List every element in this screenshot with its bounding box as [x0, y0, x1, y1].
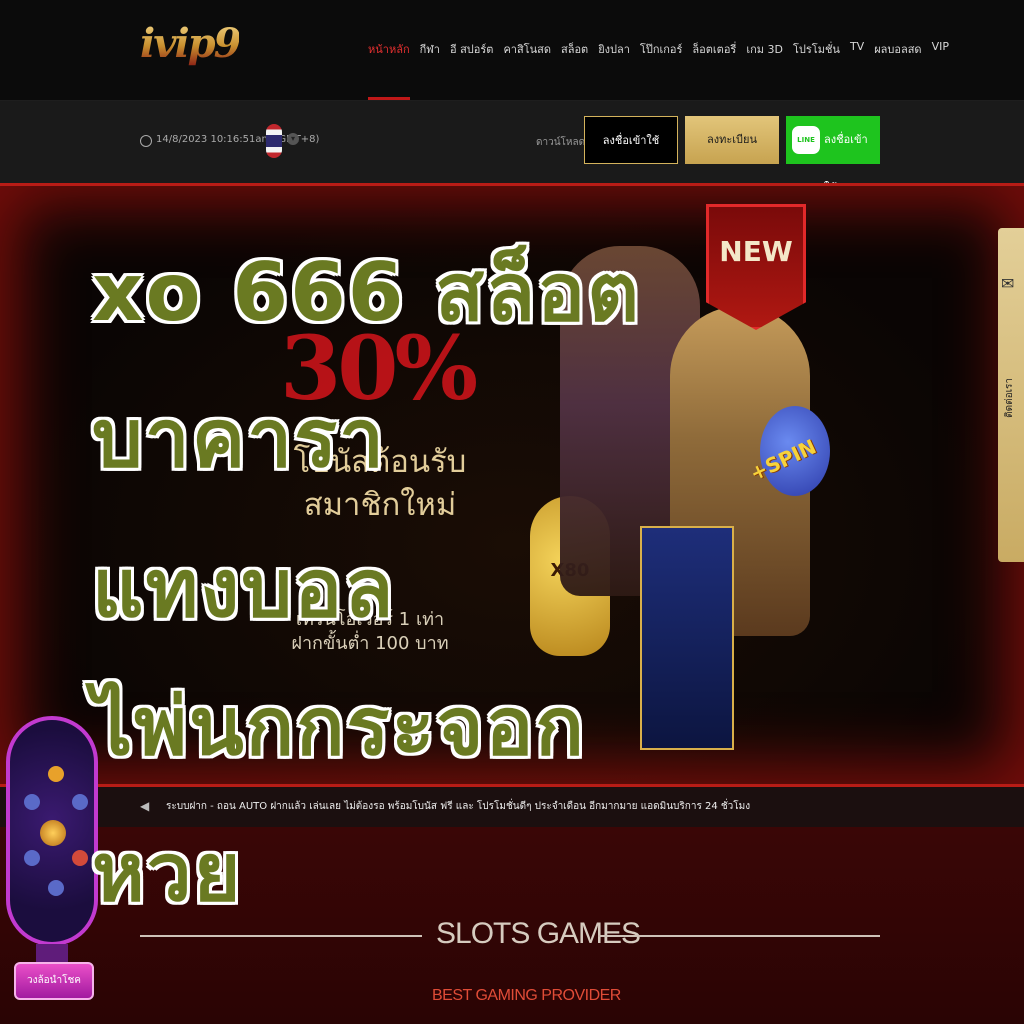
menu-item-sports[interactable]: กีฬา [420, 40, 440, 100]
menu-item-home[interactable]: หน้าหลัก [368, 40, 410, 100]
chevron-down-icon[interactable]: ▾ [287, 133, 299, 145]
overlay-line: หวย [92, 826, 243, 919]
menu-item-fishing[interactable]: ยิงปลา [598, 40, 630, 100]
overlay-line: บาคารา [92, 392, 387, 485]
menu-item-tv[interactable]: TV [850, 40, 864, 100]
menu-item-vip[interactable]: VIP [932, 40, 949, 100]
top-navigation: ivip9 หน้าหลัก กีฬา อี สปอร์ต คาสิโนสด ส… [0, 0, 1024, 101]
menu-item-slots[interactable]: สล็อต [561, 40, 588, 100]
mail-icon: ✉ [1001, 274, 1015, 293]
slot-machine-illustration [640, 526, 734, 750]
speaker-icon: ◀ [140, 799, 150, 813]
site-logo[interactable]: ivip9 [140, 20, 241, 67]
menu-item-promotions[interactable]: โปรโมชั่น [793, 40, 840, 100]
main-menu: หน้าหลัก กีฬา อี สปอร์ต คาสิโนสด สล็อต ย… [368, 40, 949, 100]
menu-item-live-scores[interactable]: ผลบอลสด [874, 40, 921, 100]
overlay-line: xo 666 สล็อต [92, 246, 642, 339]
wheel-segment [72, 794, 88, 810]
overlay-line: แทงบอล [92, 542, 396, 635]
contact-tab[interactable]: ✉ ติดต่อเรา [998, 228, 1024, 562]
menu-item-3d-games[interactable]: เกม 3D [746, 40, 783, 100]
menu-item-poker[interactable]: โป๊กเกอร์ [640, 40, 683, 100]
wheel-segment [24, 794, 40, 810]
thailand-flag-icon[interactable] [266, 124, 282, 158]
wheel-segment [48, 880, 64, 896]
login-button[interactable]: ลงชื่อเข้าใช้ [584, 116, 678, 164]
contact-label: ติดต่อเรา [1004, 378, 1015, 418]
overlay-line: ไพ่นกกระจอก [92, 680, 586, 773]
news-ticker: ◀ ระบบฝาก - ถอน AUTO ฝากแล้ว เล่นเลย ไม่… [0, 787, 1024, 827]
wheel-segment [72, 850, 88, 866]
menu-item-lottery[interactable]: ล็อตเตอรี่ [692, 40, 736, 100]
wheel-segment [24, 850, 40, 866]
new-label: NEW [719, 235, 793, 268]
wheel-hub [40, 820, 66, 846]
line-login-button[interactable]: LINE ลงชื่อเข้าใช้ [786, 116, 880, 194]
line-icon: LINE [792, 126, 820, 154]
clock-icon [140, 135, 152, 147]
lucky-wheel-button[interactable]: วงล้อนำโชค [14, 962, 94, 1000]
divider [598, 935, 880, 937]
lucky-wheel[interactable] [6, 716, 98, 946]
download-link[interactable]: ดาวน์โหลด [536, 135, 585, 150]
divider [140, 935, 422, 937]
wheel-segment [48, 766, 64, 782]
section-subtitle: BEST GAMING PROVIDER [432, 987, 621, 1004]
register-button[interactable]: ลงทะเบียน [685, 116, 779, 164]
menu-item-esports[interactable]: อี สปอร์ต [450, 40, 493, 100]
section-title: SLOTS GAMES [436, 917, 641, 950]
ticker-text: ระบบฝาก - ถอน AUTO ฝากแล้ว เล่นเลย ไม่ต้… [166, 801, 751, 812]
menu-item-live-casino[interactable]: คาสิโนสด [503, 40, 551, 100]
